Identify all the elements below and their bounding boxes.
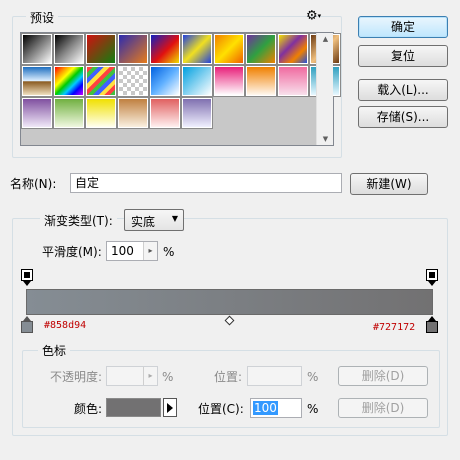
ok-button[interactable]: 确定 [358,16,448,38]
color-stop-right-icon[interactable] [426,316,438,334]
scroll-down-icon[interactable]: ▼ [317,135,334,143]
preset-swatch-violet-green-orange[interactable] [246,34,276,64]
preset-swatch-yellow-white[interactable] [86,98,116,128]
color-location-label: 位置(C): [198,402,244,416]
opacity-label: 不透明度: [50,370,103,384]
preset-scrollbar[interactable]: ▲ ▼ [316,33,333,145]
gear-icon[interactable]: ⚙▾ [306,9,321,24]
preset-swatch-salmon-white[interactable] [150,98,180,128]
gradient-bar[interactable] [26,289,433,315]
preset-swatch-orange-yellow-orange[interactable] [214,34,244,64]
save-button[interactable]: 存储(S)... [358,106,448,128]
opacity-location-unit: % [307,370,319,384]
load-button[interactable]: 载入(L)... [358,79,448,101]
color-picker-arrow-icon[interactable] [163,398,177,417]
color-delete-button[interactable]: 删除(D) [338,398,428,418]
color-swatch[interactable] [106,398,161,417]
preset-swatch-yellow-violet-orange-blue[interactable] [278,34,308,64]
preset-swatch-pink-lavender[interactable] [278,66,308,96]
preset-swatch-blue-yellow-blue[interactable] [182,34,212,64]
preset-swatch-spectrum[interactable] [54,66,84,96]
opacity-unit: % [162,370,174,384]
smoothness-unit: % [163,245,175,259]
preset-swatch-lilac-white[interactable] [182,98,212,128]
opacity-input[interactable]: ▸ [106,366,158,386]
gradient-type-value: 实底 [131,215,156,229]
preset-swatch-black-white[interactable] [22,34,52,64]
opacity-location-input[interactable] [247,366,302,386]
new-button[interactable]: 新建(W) [350,173,428,195]
preset-swatch-green-white[interactable] [54,98,84,128]
name-input[interactable]: 自定 [70,173,342,193]
presets-title: 预设 [26,9,59,26]
opacity-stepper-icon[interactable]: ▸ [143,367,157,385]
end-color-label: #727172 [373,322,416,333]
preset-swatch-pink-white[interactable] [214,66,244,96]
opacity-delete-button[interactable]: 删除(D) [338,366,428,386]
preset-swatch-transparent-rainbow[interactable] [86,66,116,96]
opacity-location-label: 位置: [214,370,243,384]
name-label: 名称(N): [10,177,57,191]
preset-swatch-chrome[interactable] [22,66,52,96]
color-location-unit: % [307,402,319,416]
scroll-up-icon[interactable]: ▲ [317,35,334,43]
color-label: 颜色: [74,402,103,416]
opacity-stop-right-icon[interactable] [426,269,438,287]
reset-button[interactable]: 复位 [358,45,448,67]
smoothness-label: 平滑度(M): [42,245,102,259]
stops-title: 色标 [38,342,71,359]
smoothness-input[interactable]: 100 ▸ [106,241,158,261]
start-color-label: #858d94 [44,320,87,331]
preset-swatch-transparent-stripes[interactable] [118,66,148,96]
preset-swatch-grid [22,34,340,130]
color-stop-left-icon[interactable] [21,316,33,334]
chevron-down-icon: ▼ [171,214,178,223]
gradient-type-select[interactable]: 实底 ▼ [124,209,184,231]
preset-swatch-violet-orange[interactable] [118,34,148,64]
preset-swatch-orange-white[interactable] [246,66,276,96]
preset-swatch-violet-white[interactable] [22,98,52,128]
gradient-type-label: 渐变类型(T): [40,212,117,229]
color-location-input[interactable]: 100 [250,398,302,418]
preset-swatch-red-green[interactable] [86,34,116,64]
opacity-stop-left-icon[interactable] [21,269,33,287]
preset-swatch-blue-red-yellow[interactable] [150,34,180,64]
preset-swatch-black-transparent[interactable] [54,34,84,64]
preset-swatch-cyan-white[interactable] [182,66,212,96]
color-location-value: 100 [253,401,278,415]
smoothness-stepper-icon[interactable]: ▸ [143,242,157,260]
smoothness-value: 100 [111,244,134,258]
preset-swatch-blue-transparent[interactable] [150,66,180,96]
preset-swatch-tan-white[interactable] [118,98,148,128]
